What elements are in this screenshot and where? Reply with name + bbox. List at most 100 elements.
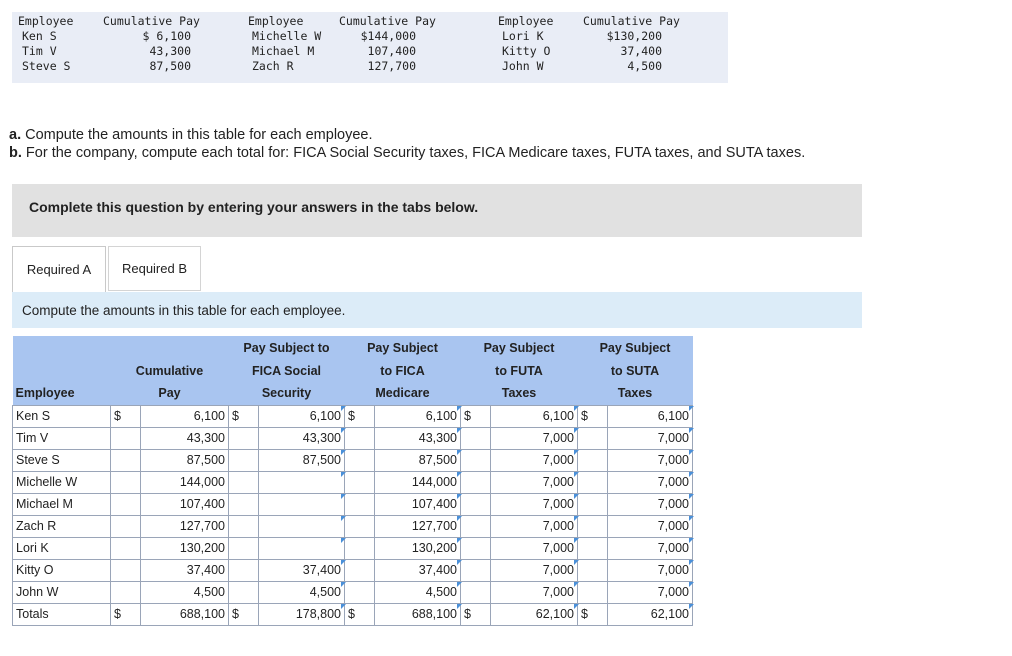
fica-medicare-input[interactable]: 6,100 bbox=[374, 404, 463, 428]
futa-input[interactable]: 7,000 bbox=[490, 492, 580, 516]
dollar-sign: $ bbox=[577, 602, 608, 626]
employee-name: Kitty O bbox=[12, 558, 111, 582]
header-fica-ss: FICA Social bbox=[228, 359, 345, 382]
reference-row: John W 4,500 bbox=[498, 59, 662, 74]
table-row: Steve S 87,500 87,500 87,500 7,000 7,000 bbox=[12, 448, 695, 472]
reference-block: Employee Cumulative Pay Michelle W $144,000… bbox=[248, 14, 436, 74]
fica-ss-input[interactable]: 4,500 bbox=[258, 580, 347, 604]
dollar-sign bbox=[577, 492, 608, 516]
dollar-sign bbox=[110, 492, 141, 516]
dollar-sign bbox=[577, 558, 608, 582]
cumulative-pay-cell: 127,700 bbox=[140, 514, 229, 538]
dollar-sign bbox=[110, 580, 141, 604]
reference-row: Kitty O 37,400 bbox=[498, 44, 662, 59]
total-suta-input[interactable]: 62,100 bbox=[607, 602, 695, 626]
reference-row: Zach R 127,700 bbox=[248, 59, 416, 74]
suta-input[interactable]: 7,000 bbox=[607, 580, 695, 604]
total-fica-ss-input[interactable]: 178,800 bbox=[258, 602, 347, 626]
dollar-sign bbox=[228, 514, 259, 538]
suta-input[interactable]: 7,000 bbox=[607, 426, 695, 450]
cumulative-pay-cell: 6,100 bbox=[140, 404, 229, 428]
table-header-row: Pay Subject to Pay Subject Pay Subject Pay … bbox=[12, 336, 693, 359]
fica-medicare-input[interactable]: 130,200 bbox=[374, 536, 463, 560]
fica-ss-input[interactable] bbox=[258, 514, 347, 538]
reference-pay: 4,500 bbox=[627, 59, 662, 73]
reference-pay: Cumulative Pay bbox=[103, 14, 200, 28]
futa-input[interactable]: 7,000 bbox=[490, 536, 580, 560]
suta-input[interactable]: 6,100 bbox=[607, 404, 695, 428]
dollar-sign bbox=[228, 492, 259, 516]
tab-required-a[interactable]: Required A bbox=[12, 246, 106, 292]
futa-input[interactable]: 7,000 bbox=[490, 558, 580, 582]
dollar-sign bbox=[577, 580, 608, 604]
fica-ss-input[interactable] bbox=[258, 536, 347, 560]
header-fica-medicare: Pay Subject bbox=[344, 336, 461, 359]
header-fica-medicare: to FICA bbox=[344, 359, 461, 382]
dollar-sign bbox=[460, 426, 491, 450]
suta-input[interactable]: 7,000 bbox=[607, 536, 695, 560]
dollar-sign bbox=[460, 514, 491, 538]
reference-pay: Cumulative Pay bbox=[583, 14, 680, 28]
dollar-sign: $ bbox=[344, 602, 375, 626]
dollar-sign: $ bbox=[110, 404, 141, 428]
futa-input[interactable]: 6,100 bbox=[490, 404, 580, 428]
table-row: Lori K 130,200 130,200 7,000 7,000 bbox=[12, 536, 695, 560]
dollar-sign bbox=[344, 536, 375, 560]
suta-input[interactable]: 7,000 bbox=[607, 470, 695, 494]
fica-ss-input[interactable]: 43,300 bbox=[258, 426, 347, 450]
fica-medicare-input[interactable]: 37,400 bbox=[374, 558, 463, 582]
dollar-sign bbox=[344, 448, 375, 472]
cumulative-pay-cell: 4,500 bbox=[140, 580, 229, 604]
suta-input[interactable]: 7,000 bbox=[607, 448, 695, 472]
fica-medicare-input[interactable]: 127,700 bbox=[374, 514, 463, 538]
fica-medicare-input[interactable]: 144,000 bbox=[374, 470, 463, 494]
table-header-row: Employee Pay Security Medicare Taxes Taxes bbox=[12, 382, 693, 405]
header-employee: Employee bbox=[12, 382, 111, 405]
dollar-sign bbox=[228, 536, 259, 560]
reference-table: Employee Cumulative Pay Ken S $ 6,100 Tim V 4… bbox=[12, 12, 728, 83]
header-cumulative-pay: Cumulative bbox=[110, 359, 229, 382]
fica-ss-input[interactable]: 6,100 bbox=[258, 404, 347, 428]
fica-ss-input[interactable]: 87,500 bbox=[258, 448, 347, 472]
total-cumulative-pay-cell: 688,100 bbox=[140, 602, 229, 626]
dollar-sign bbox=[460, 448, 491, 472]
reference-pay: 87,500 bbox=[149, 59, 191, 73]
employee-name: Lori K bbox=[12, 536, 111, 560]
fica-medicare-input[interactable]: 4,500 bbox=[374, 580, 463, 604]
futa-input[interactable]: 7,000 bbox=[490, 448, 580, 472]
dollar-sign bbox=[577, 536, 608, 560]
table-header-row: Cumulative FICA Social to FICA to FUTA to SU… bbox=[12, 359, 693, 382]
header-futa: to FUTA bbox=[460, 359, 578, 382]
table-row: Michael M 107,400 107,400 7,000 7,000 bbox=[12, 492, 695, 516]
total-futa-input[interactable]: 62,100 bbox=[490, 602, 580, 626]
fica-ss-input[interactable]: 37,400 bbox=[258, 558, 347, 582]
fica-ss-input[interactable] bbox=[258, 470, 347, 494]
suta-input[interactable]: 7,000 bbox=[607, 558, 695, 582]
employee-name: Michelle W bbox=[12, 470, 111, 494]
reference-row: Ken S $ 6,100 bbox=[18, 29, 191, 44]
cumulative-pay-cell: 144,000 bbox=[140, 470, 229, 494]
suta-input[interactable]: 7,000 bbox=[607, 514, 695, 538]
fica-ss-input[interactable] bbox=[258, 492, 347, 516]
suta-input[interactable]: 7,000 bbox=[607, 492, 695, 516]
reference-pay: $130,200 bbox=[606, 29, 662, 43]
fica-medicare-input[interactable]: 107,400 bbox=[374, 492, 463, 516]
dollar-sign: $ bbox=[460, 602, 491, 626]
futa-input[interactable]: 7,000 bbox=[490, 470, 580, 494]
table-row: John W 4,500 4,500 4,500 7,000 7,000 bbox=[12, 580, 695, 604]
employee-name: Michael M bbox=[12, 492, 111, 516]
reference-employee: Ken S bbox=[22, 29, 57, 43]
employee-name: John W bbox=[12, 580, 111, 604]
dollar-sign bbox=[228, 470, 259, 494]
futa-input[interactable]: 7,000 bbox=[490, 426, 580, 450]
fica-medicare-input[interactable]: 87,500 bbox=[374, 448, 463, 472]
futa-input[interactable]: 7,000 bbox=[490, 580, 580, 604]
fica-medicare-input[interactable]: 43,300 bbox=[374, 426, 463, 450]
total-fica-medicare-input[interactable]: 688,100 bbox=[374, 602, 463, 626]
futa-input[interactable]: 7,000 bbox=[490, 514, 580, 538]
dollar-sign bbox=[460, 492, 491, 516]
header-futa: Taxes bbox=[460, 382, 578, 405]
tab-required-b[interactable]: Required B bbox=[108, 246, 201, 291]
dollar-sign bbox=[110, 536, 141, 560]
header-employee bbox=[12, 336, 111, 359]
